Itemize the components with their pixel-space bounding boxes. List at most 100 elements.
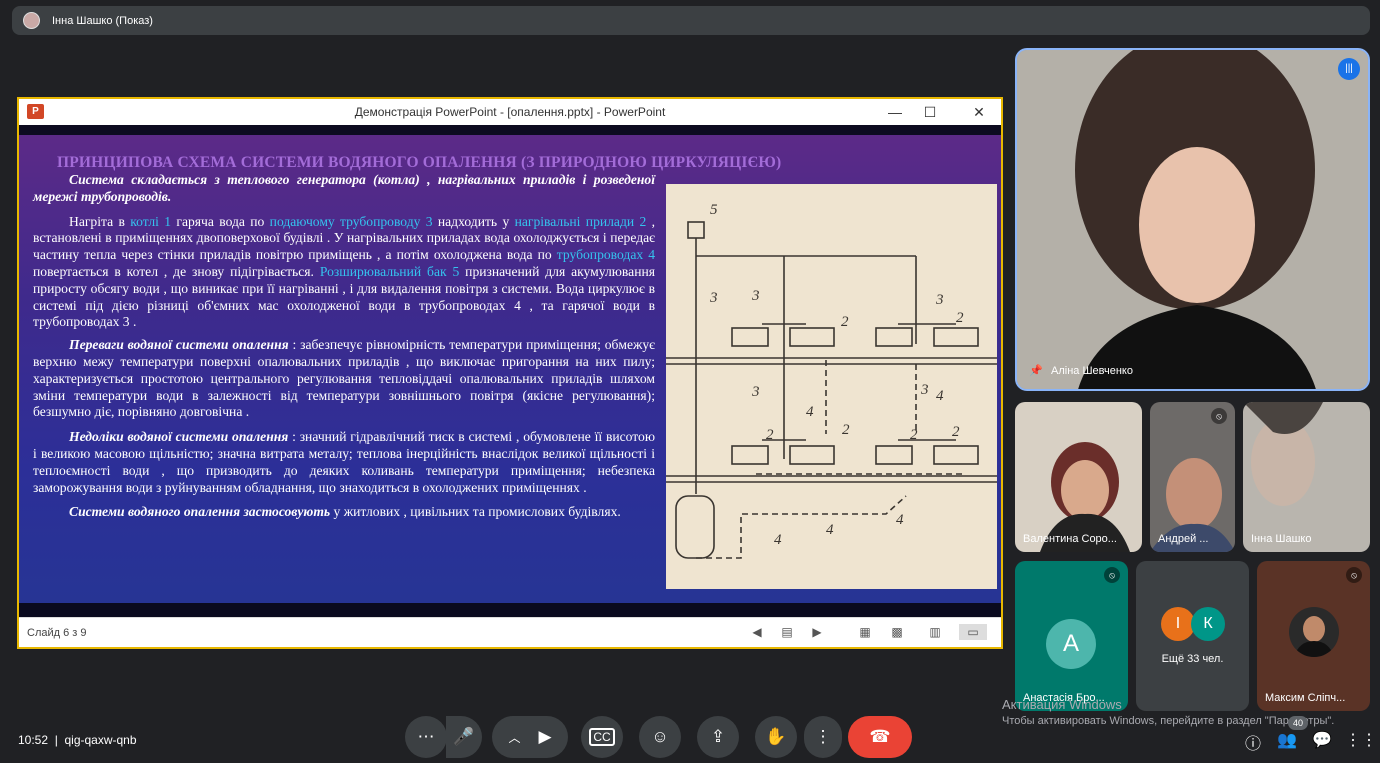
label-4e: 4 [826,522,834,538]
captions-icon: CC [589,728,615,746]
slide-body: Система складається з теплового генерато… [33,172,655,529]
close-button[interactable]: ✕ [965,101,993,123]
usage-heading: Системи водяного опалення застосовують [69,504,331,520]
meeting-time-and-code: 10:52 | qig-qaxw-qnb [18,733,137,747]
people-icon[interactable]: 👥 [1276,730,1298,750]
slide-bottom-band [19,603,1001,617]
hang-up-icon: ☎ [869,727,891,746]
label-4c: 4 [774,532,782,548]
slide-counter: Слайд 6 з 9 [27,627,87,639]
label-2f: 2 [766,427,774,443]
people-count-badge: 40 [1288,716,1308,730]
participant-avatar: І [1161,607,1195,641]
participant-avatar [1289,607,1339,657]
vertical-dots-icon: ⋮ [814,727,832,746]
pin-icon[interactable]: 📌 [1029,364,1043,377]
more-options-button[interactable]: ⋯ [405,716,447,758]
advantages-heading: Переваги водяної системи опалення [69,337,289,353]
present-button[interactable]: ⇪ [697,716,739,758]
highlight-heaters: нагрівальні прилади 2 [514,213,647,229]
previous-slide-icon[interactable]: ◀ [747,624,767,640]
sorter-view-icon[interactable]: ▩ [887,624,907,640]
paragraph-usage: Системи водяного опалення застосовують у… [33,504,655,521]
highlight-boiler: котлі 1 [130,213,172,229]
window-titlebar[interactable]: P Демонстрація PowerPoint - [опалення.pp… [19,99,1001,125]
hand-icon: ✋ [765,727,787,746]
muted-mic-icon: ⦸ [1104,567,1120,583]
label-3c: 3 [935,292,944,308]
label-3a: 3 [709,290,718,306]
presenter-avatar [23,12,40,29]
participant-avatar: А [1046,619,1096,669]
participant-tile[interactable]: ⦸ Максим Сліпч... [1257,561,1370,711]
camera-icon[interactable]: ▶ [538,727,551,747]
participant-tile[interactable]: ⦸ Андрей ... [1150,402,1235,552]
highlight-supply-pipe: подаючому трубопроводу 3 [269,213,433,229]
text: повертається в котел , де знову підігрів… [33,263,320,279]
camera-group[interactable]: ︿ ▶ [492,716,568,758]
more-participants-tile[interactable]: І К Ещё 33 чел. [1136,561,1249,711]
label-5: 5 [710,202,718,218]
highlight-return-pipes: трубопроводах 4 [556,247,655,263]
label-4a: 4 [806,404,814,420]
self-camera-tile[interactable]: ||| 📌 Аліна Шевченко [1015,48,1370,391]
next-slide-icon[interactable]: ▶ [807,624,827,640]
paragraph-intro: Система складається з теплового генерато… [33,172,655,206]
scheme-drawing: 5 3 3 3 2 2 2 2 3 4 4 3 4 2 2 4 4 [666,202,997,559]
label-3b: 3 [751,288,760,304]
disadvantages-heading: Недоліки водяної системи опалення [69,429,289,445]
participant-name: Максим Сліпч... [1265,692,1346,704]
speaking-indicator-icon: ||| [1338,58,1360,80]
presenter-label: Інна Шашко (Показ) [52,14,153,27]
raise-hand-button[interactable]: ✋ [755,716,797,758]
label-4b: 4 [936,388,944,404]
label-3e: 3 [920,382,929,398]
label-2e: 2 [910,427,918,443]
participant-tile[interactable]: Валентина Соро... [1015,402,1142,552]
chat-icon[interactable]: 💬 [1311,730,1333,750]
text: гаряча вода по [171,213,270,229]
participant-tile[interactable]: А ⦸ Анастасія Бро... [1015,561,1128,711]
maximize-button[interactable]: ☐ [916,101,944,123]
slide-title: ПРИНЦИПОВА СХЕМА СИСТЕМИ ВОДЯНОГО ОПАЛЕН… [57,154,782,171]
emoji-button[interactable]: ☺ [639,716,681,758]
slide-menu-icon[interactable]: ▤ [777,624,797,640]
participant-video [1040,442,1130,552]
intro-text: Система складається з теплового генерато… [33,172,655,204]
normal-view-icon[interactable]: ▦ [855,624,875,640]
highlight-expansion-tank: Розширювальний бак 5 [319,263,460,279]
more-actions-button[interactable]: ⋮ [804,716,842,758]
powerpoint-window[interactable]: P Демонстрація PowerPoint - [опалення.pp… [17,97,1003,649]
microphone-icon: 🎤 [453,727,475,746]
minimize-button[interactable]: — [881,101,909,123]
participant-name: Інна Шашко [1251,533,1312,545]
clock: 10:52 [18,733,49,747]
muted-mic-icon: ⦸ [1211,408,1227,424]
present-icon: ⇪ [710,727,726,746]
participant-name: Валентина Соро... [1023,533,1117,545]
meeting-code: qig-qaxw-qnb [64,733,137,747]
leave-call-button[interactable]: ☎ [848,716,912,758]
captions-button[interactable]: CC [581,716,623,758]
label-3d: 3 [751,384,760,400]
presenter-bar: Інна Шашко (Показ) [12,6,1370,35]
emoji-icon: ☺ [651,727,669,746]
participant-tile[interactable]: Інна Шашко [1243,402,1370,552]
slide: ПРИНЦИПОВА СХЕМА СИСТЕМИ ВОДЯНОГО ОПАЛЕН… [19,125,1001,617]
participant-avatar: К [1191,607,1225,641]
chevron-up-icon[interactable]: ︿ [508,729,520,746]
participant-video [1243,402,1323,506]
usage-text: у житлових , цивільних та промислових бу… [330,504,621,520]
more-participants-label: Ещё 33 чел. [1161,653,1224,665]
heating-scheme-diagram: 5 3 3 3 2 2 2 2 3 4 4 3 4 2 2 4 4 [666,184,997,589]
participant-video [1150,458,1235,552]
info-icon[interactable]: ⓘ [1242,730,1264,753]
self-name: Аліна Шевченко [1051,365,1133,377]
paragraph-description: Нагріта в котлі 1 гаряча вода по подаючо… [33,214,655,332]
text: Нагріта в [69,213,131,229]
label-2c: 2 [842,422,850,438]
reading-view-icon[interactable]: ▥ [925,624,945,640]
slideshow-view-icon[interactable]: ▭ [959,624,987,640]
label-2b: 2 [956,310,964,326]
activities-icon[interactable]: ⋮⋮ [1345,730,1377,750]
